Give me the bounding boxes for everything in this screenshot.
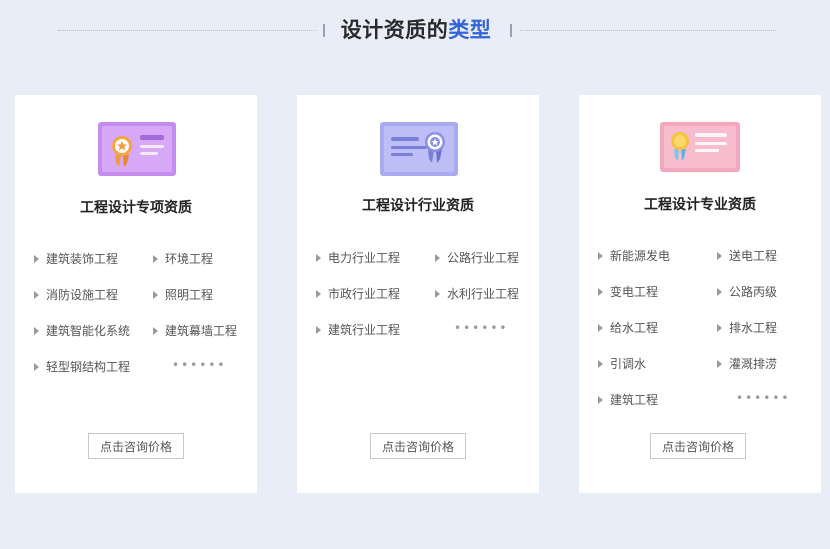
list-item: 环境工程	[153, 250, 213, 267]
list-item: 市政行业工程	[316, 285, 400, 302]
bullet-triangle-icon	[34, 291, 39, 299]
list-item: 照明工程	[153, 286, 213, 303]
list-item: 建筑智能化系统	[34, 322, 130, 339]
list-item: 建筑行业工程	[316, 321, 400, 338]
bullet-triangle-icon	[316, 290, 321, 298]
bullet-triangle-icon	[435, 254, 440, 262]
list-item: 建筑装饰工程	[34, 250, 118, 267]
card-title: 工程设计专业资质	[644, 197, 756, 213]
bullet-triangle-icon	[316, 254, 321, 262]
section-header: 设计资质的类型	[0, 0, 830, 62]
header-divider-left	[58, 30, 316, 31]
bullet-triangle-icon	[717, 324, 722, 332]
bullet-triangle-icon	[598, 396, 603, 404]
certificate-award-icon	[97, 121, 177, 181]
bullet-triangle-icon	[717, 252, 722, 260]
list-item: 轻型钢结构工程	[34, 358, 130, 375]
list-item: 公路丙级	[717, 283, 777, 300]
certificate-medal-icon	[659, 121, 741, 177]
list-item: 建筑幕墙工程	[153, 322, 237, 339]
bullet-triangle-icon	[598, 252, 603, 260]
bullet-triangle-icon	[598, 360, 603, 368]
bullet-triangle-icon	[34, 255, 39, 263]
title-main: 设计资质的	[340, 18, 449, 42]
bullet-triangle-icon	[717, 288, 722, 296]
list-item: 排水工程	[717, 319, 777, 336]
consult-price-button[interactable]: 点击咨询价格	[370, 433, 466, 459]
bullet-triangle-icon	[598, 288, 603, 296]
more-indicator: ••••••	[454, 321, 509, 335]
card-industry-qualification: 工程设计行业资质 电力行业工程 公路行业工程 市政行业工程 水利行业工程 建筑行…	[297, 95, 539, 493]
list-item: 公路行业工程	[435, 249, 519, 266]
list-item: 给水工程	[598, 319, 658, 336]
list-item: 引调水	[598, 355, 646, 372]
bullet-triangle-icon	[435, 290, 440, 298]
more-indicator: ••••••	[736, 391, 791, 405]
bullet-triangle-icon	[153, 327, 158, 335]
card-title: 工程设计行业资质	[362, 198, 474, 214]
bullet-triangle-icon	[153, 291, 158, 299]
list-item: 建筑工程	[598, 391, 658, 408]
list-item: 变电工程	[598, 283, 658, 300]
list-item: 送电工程	[717, 247, 777, 264]
certificate-seal-icon	[379, 121, 459, 181]
bullet-triangle-icon	[34, 363, 39, 371]
list-item: 电力行业工程	[316, 249, 400, 266]
bullet-triangle-icon	[316, 326, 321, 334]
list-item: 新能源发电	[598, 247, 670, 264]
more-indicator: ••••••	[172, 358, 227, 372]
consult-price-button[interactable]: 点击咨询价格	[88, 433, 184, 459]
bullet-triangle-icon	[34, 327, 39, 335]
title-accent: 类型	[448, 18, 492, 42]
list-item: 水利行业工程	[435, 285, 519, 302]
list-item: 消防设施工程	[34, 286, 118, 303]
bullet-triangle-icon	[598, 324, 603, 332]
bullet-triangle-icon	[717, 360, 722, 368]
header-bar-right	[510, 24, 512, 37]
card-professional-qualification: 工程设计专业资质 新能源发电 送电工程 变电工程 公路丙级 给水工程 排水工程 …	[579, 95, 821, 493]
header-divider-right	[520, 30, 776, 31]
header-bar-left	[323, 24, 325, 37]
card-title: 工程设计专项资质	[80, 200, 192, 216]
page-title: 设计资质的类型	[330, 14, 502, 44]
consult-price-button[interactable]: 点击咨询价格	[650, 433, 746, 459]
list-item: 灌溉排涝	[717, 355, 777, 372]
card-special-qualification: 工程设计专项资质 建筑装饰工程 环境工程 消防设施工程 照明工程 建筑智能化系统…	[15, 95, 257, 493]
bullet-triangle-icon	[153, 255, 158, 263]
